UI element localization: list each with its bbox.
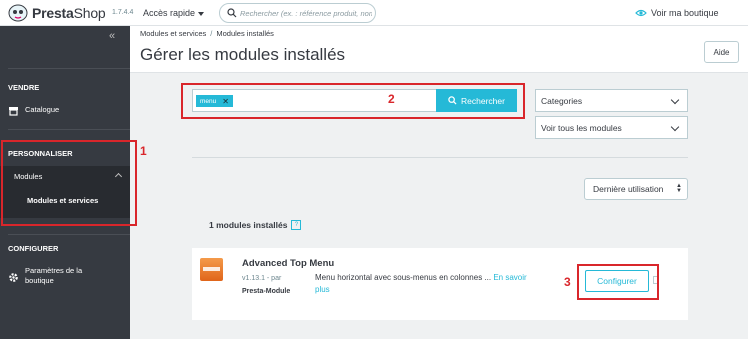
- search-icon: [227, 8, 237, 18]
- module-author: Presta-Module: [242, 288, 291, 295]
- help-icon[interactable]: ?: [291, 220, 302, 230]
- annotation-number-2: 2: [388, 92, 395, 106]
- status-select[interactable]: Voir tous les modules: [535, 116, 688, 139]
- admin-search[interactable]: [219, 3, 376, 23]
- sidebar-divider: [8, 129, 130, 130]
- sidebar-divider: [8, 234, 130, 235]
- top-bar: PrestaShop 1.7.4.4 Accès rapide Voir ma …: [0, 0, 748, 26]
- sidebar-divider: [8, 68, 130, 69]
- prestashop-logo-icon[interactable]: [7, 4, 29, 22]
- annotation-number-3: 3: [564, 275, 571, 289]
- chevron-down-icon: [670, 122, 680, 132]
- installed-count: 1 modules installés ?: [209, 220, 302, 230]
- sidebar-item-shop-params[interactable]: Paramètres de la boutique: [8, 266, 108, 286]
- annotation-box-1: [1, 140, 137, 226]
- caret-down-icon: [198, 11, 205, 16]
- annotation-number-1: 1: [140, 144, 147, 158]
- admin-search-input[interactable]: [240, 7, 372, 20]
- quick-access-dropdown[interactable]: Accès rapide: [143, 8, 205, 18]
- page-header: Modules et services / Modules installés Gé…: [130, 26, 748, 73]
- collapse-sidebar-icon[interactable]: «: [109, 30, 115, 42]
- view-shop-link[interactable]: Voir ma boutique: [635, 8, 719, 18]
- help-button[interactable]: Aide: [704, 41, 739, 63]
- module-logo-icon: [200, 258, 223, 281]
- breadcrumb-item[interactable]: Modules installés: [216, 29, 274, 38]
- version-label: 1.7.4.4: [112, 9, 134, 16]
- store-icon: [9, 107, 18, 116]
- annotation-box-3: [577, 264, 659, 300]
- gear-icon: [9, 273, 18, 282]
- categories-select[interactable]: Categories: [535, 89, 688, 112]
- brand-name[interactable]: PrestaShop: [32, 5, 106, 21]
- sort-icon: ▲ ▼: [676, 183, 682, 194]
- sidebar-section-sell: VENDRE: [8, 83, 40, 92]
- sidebar-section-configure: CONFIGURER: [8, 244, 59, 253]
- module-name: Advanced Top Menu: [242, 258, 335, 269]
- module-description: Menu horizontal avec sous-menus en colon…: [315, 273, 527, 294]
- page-title: Gérer les modules installés: [140, 45, 346, 64]
- module-meta: v1.13.1 - par Presta-Module: [242, 275, 291, 295]
- breadcrumb-item[interactable]: Modules et services: [140, 29, 206, 38]
- annotation-box-2: [181, 83, 525, 119]
- sidebar-item-catalog[interactable]: Catalogue: [8, 105, 59, 116]
- eye-icon: [635, 9, 647, 17]
- sort-select[interactable]: Dernière utilisation ▲ ▼: [584, 178, 688, 200]
- section-divider: [192, 157, 688, 158]
- breadcrumb: Modules et services / Modules installés: [140, 29, 274, 38]
- chevron-down-icon: [670, 95, 680, 105]
